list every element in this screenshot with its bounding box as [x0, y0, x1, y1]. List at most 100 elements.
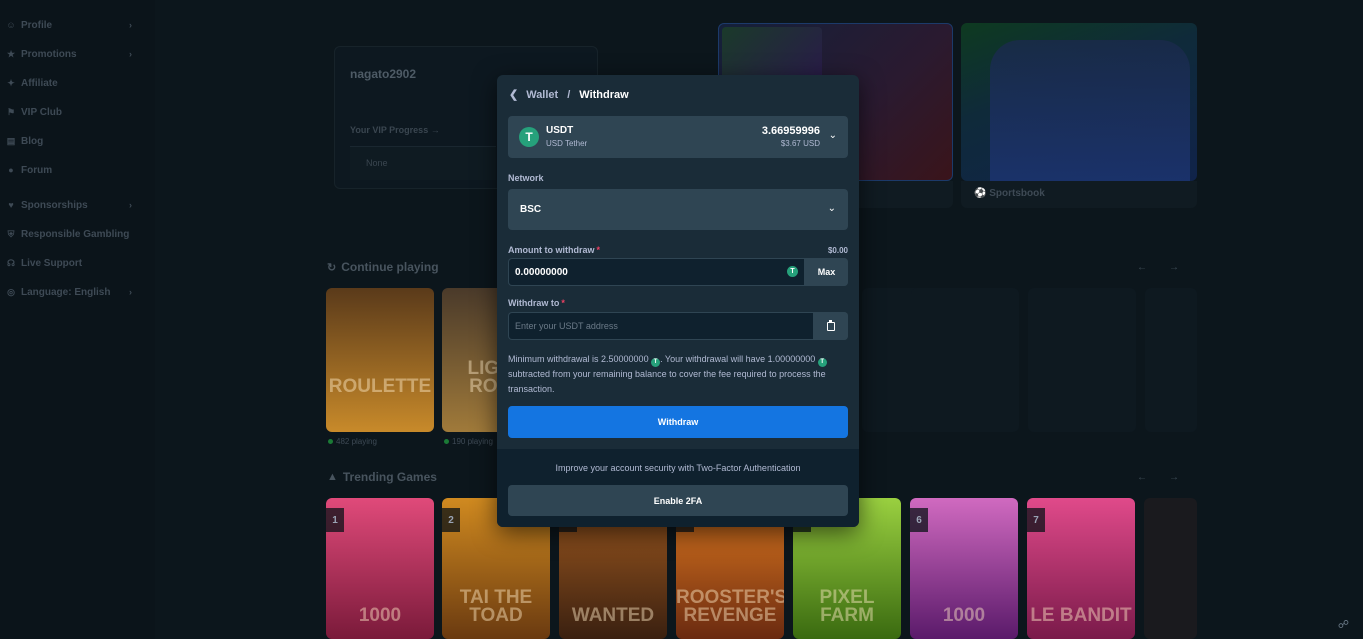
arrow-left-icon[interactable]: ←: [1137, 262, 1169, 273]
sidebar-item-label: Profile: [21, 19, 53, 31]
sidebar-item-blog[interactable]: ▤ Blog: [6, 131, 138, 151]
currency-select[interactable]: T USDT USD Tether 3.66959996 $3.67 USD ⌄: [508, 116, 848, 158]
address-input[interactable]: [509, 313, 813, 339]
vip-progress-value: None: [366, 158, 388, 168]
sidebar-item-promotions[interactable]: ★ Promotions ›: [6, 44, 138, 64]
sidebar-item-label: Sponsorships: [21, 199, 88, 211]
chevron-right-icon: ›: [129, 287, 132, 297]
amount-input[interactable]: [509, 259, 804, 285]
currency-name: USD Tether: [546, 139, 588, 148]
modal-footer: Improve your account security with Two-F…: [497, 449, 859, 527]
game-title: LE BANDIT: [1030, 605, 1132, 626]
game-card[interactable]: 6 1000: [910, 498, 1018, 639]
tether-icon: T: [787, 266, 798, 277]
tether-icon: T: [519, 127, 539, 147]
sidebar-item-label: VIP Club: [21, 106, 62, 118]
chevron-right-icon: ›: [129, 200, 132, 210]
tether-icon: T: [817, 358, 827, 367]
sidebar-item-vip-club[interactable]: ⚑ VIP Club: [6, 102, 138, 122]
max-button[interactable]: Max: [805, 258, 848, 286]
players-count-text: 482 playing: [336, 437, 377, 446]
rank-badge: 7: [1027, 508, 1045, 532]
sidebar-item-forum[interactable]: ● Forum: [6, 160, 138, 180]
paste-button[interactable]: [814, 312, 848, 340]
currency-balance: 3.66959996: [761, 125, 820, 137]
network-label: Network: [508, 173, 544, 183]
game-title: TAI THE TOAD: [459, 587, 533, 626]
game-title: ROOSTER'S REVENGE: [676, 587, 784, 626]
breadcrumb-withdraw: Withdraw: [579, 88, 629, 101]
clipboard-icon: [827, 319, 835, 331]
sidebar-item-sponsorships[interactable]: ♥ Sponsorships ›: [6, 195, 138, 215]
withdrawal-info: Minimum withdrawal is 2.50000000 T. Your…: [508, 354, 827, 394]
arrow-right-icon[interactable]: →: [1169, 262, 1201, 273]
sportsbook-link[interactable]: ⚽ Sportsbook: [974, 188, 1045, 199]
sidebar-item-language-english[interactable]: ◎ Language: English ›: [6, 282, 138, 302]
game-title: ROULETTE: [328, 376, 432, 397]
enable-2fa-button[interactable]: Enable 2FA: [508, 485, 848, 516]
withdraw-modal: ❮ Wallet / Withdraw T USDT USD Tether 3.…: [497, 75, 859, 527]
online-dot-icon: [444, 439, 449, 444]
history-icon: ↻: [327, 261, 337, 274]
sidebar: ☺ Profile › ★ Promotions › ✦ Affiliate ⚑ VIP Club…: [0, 0, 155, 639]
arrow-right-icon[interactable]: →: [1169, 472, 1201, 483]
affiliate-icon: ✦: [7, 77, 15, 88]
players-count: 482 playing: [328, 437, 377, 446]
rank-badge: 6: [910, 508, 928, 532]
currency-balance-usd: $3.67 USD: [780, 139, 820, 148]
game-card[interactable]: ROULETTE: [326, 288, 434, 432]
trending-games-title: ▲ Trending Games: [327, 470, 437, 484]
players-count: 190 playing: [444, 437, 493, 446]
trophy-icon: ⚑: [6, 106, 16, 117]
sidebar-item-profile[interactable]: ☺ Profile ›: [6, 15, 138, 35]
blog-icon: ▤: [6, 135, 16, 146]
game-card[interactable]: 1 1000: [326, 498, 434, 639]
network-select[interactable]: BSC ⌄: [508, 189, 848, 230]
profile-icon: ☺: [6, 20, 16, 30]
sidebar-item-label: Blog: [21, 135, 44, 147]
headset-icon: ☊: [7, 257, 15, 268]
chevron-down-icon: ⌄: [828, 130, 837, 141]
currency-code: USDT: [546, 125, 574, 136]
sidebar-item-label: Responsible Gambling: [21, 228, 130, 240]
required-mark: *: [596, 245, 601, 255]
game-title: 1000: [942, 605, 986, 626]
withdraw-button[interactable]: Withdraw: [508, 406, 848, 438]
arrow-left-icon[interactable]: ←: [1137, 472, 1169, 483]
twofa-text: Improve your account security with Two-F…: [555, 463, 801, 473]
game-card-partial[interactable]: [1144, 498, 1197, 639]
sidebar-item-label: Live Support: [21, 257, 83, 269]
live-support-icon[interactable]: ☍: [1338, 618, 1349, 631]
required-mark: *: [561, 298, 565, 308]
sidebar-item-responsible-gambling[interactable]: ⛨ Responsible Gambling: [6, 224, 138, 244]
sponsorships-icon: ♥: [8, 200, 14, 210]
amount-usd-value: $0.00: [827, 246, 848, 255]
chevron-left-icon[interactable]: ❮: [509, 88, 518, 101]
chevron-down-icon: ⌄: [827, 203, 836, 214]
sidebar-item-label: Language: English: [21, 286, 111, 298]
game-placeholder: [1145, 288, 1197, 432]
rank-badge: 1: [326, 508, 344, 532]
game-title: 1000: [358, 605, 402, 626]
promo-sportsbook-image: [990, 40, 1190, 181]
sidebar-item-label: Forum: [21, 164, 53, 176]
game-title: WANTED: [571, 605, 655, 626]
vip-progress-link[interactable]: Your VIP Progress →: [350, 125, 440, 135]
chevron-right-icon: ›: [129, 20, 132, 30]
amount-field-group: T Max: [508, 258, 848, 286]
game-card[interactable]: 7 LE BANDIT: [1027, 498, 1135, 639]
continue-playing-title: ↻ Continue playing: [327, 260, 439, 274]
tether-icon: T: [651, 358, 661, 367]
chevron-right-icon: ›: [129, 49, 132, 59]
promotions-icon: ★: [6, 48, 16, 59]
game-placeholder: [1028, 288, 1136, 432]
breadcrumb: ❮ Wallet / Withdraw: [509, 88, 629, 102]
network-value: BSC: [520, 204, 542, 215]
globe-icon: ◎: [7, 286, 15, 297]
breadcrumb-separator: /: [567, 88, 571, 101]
sidebar-item-live-support[interactable]: ☊ Live Support: [6, 253, 138, 273]
breadcrumb-wallet[interactable]: Wallet: [526, 89, 558, 101]
sidebar-item-affiliate[interactable]: ✦ Affiliate: [6, 73, 138, 93]
continue-carousel-arrows: ←→: [1137, 262, 1201, 273]
players-count-text: 190 playing: [452, 437, 493, 446]
